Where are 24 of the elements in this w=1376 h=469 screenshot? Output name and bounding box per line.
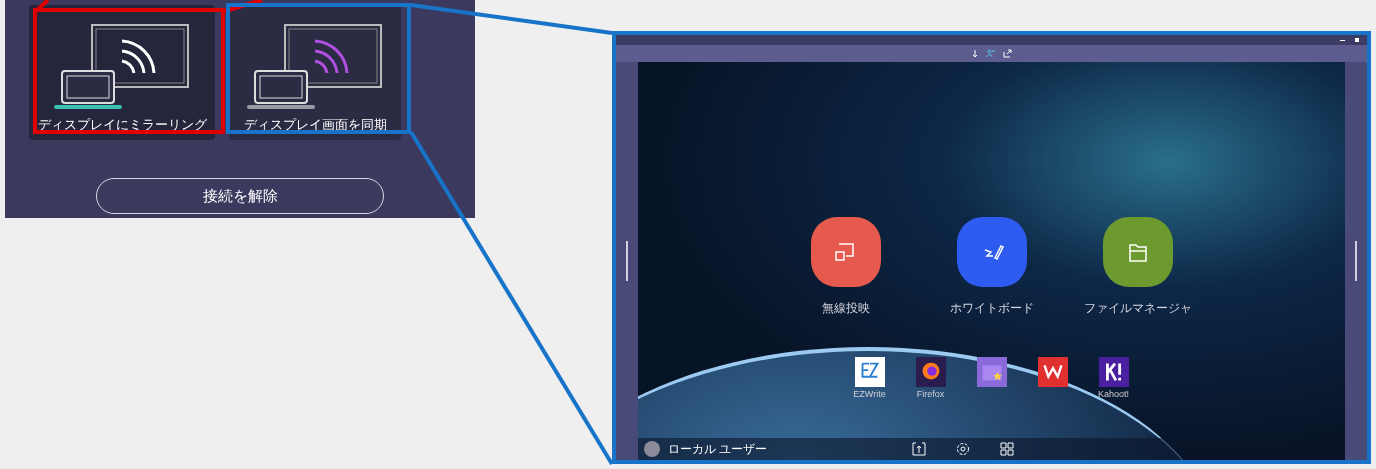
folder-app-icon[interactable] [1102,217,1173,287]
app-label: Kahoot! [1098,388,1129,401]
wps-app-icon[interactable] [1037,357,1068,387]
firefox-app-icon[interactable] [915,357,946,387]
minimize-icon[interactable] [1340,39,1345,41]
app-label: Firefox [916,388,945,401]
app-label: ホワイトボード [949,300,1034,317]
app-label: 無線投映 [821,300,870,317]
download-icon[interactable] [971,49,978,58]
settings-icon[interactable] [956,442,971,456]
ezwrite-app-icon[interactable] [854,357,885,387]
people-icon[interactable] [985,49,995,58]
share-icon[interactable] [1002,49,1012,58]
app-label: EZWrite [853,388,886,401]
user-name[interactable]: ローカル ユーザー [668,440,768,458]
upload-icon[interactable] [912,442,927,456]
side-handle[interactable] [1355,241,1357,281]
side-handle[interactable] [626,241,628,281]
apps-grid-icon[interactable] [1000,442,1015,456]
pen-app-icon[interactable] [956,217,1027,287]
store-app-icon[interactable] [976,357,1007,387]
kahoot-app-icon[interactable] [1098,357,1129,387]
app-label: ファイルマネージャ [1083,300,1192,317]
cast-app-icon[interactable] [810,217,881,287]
